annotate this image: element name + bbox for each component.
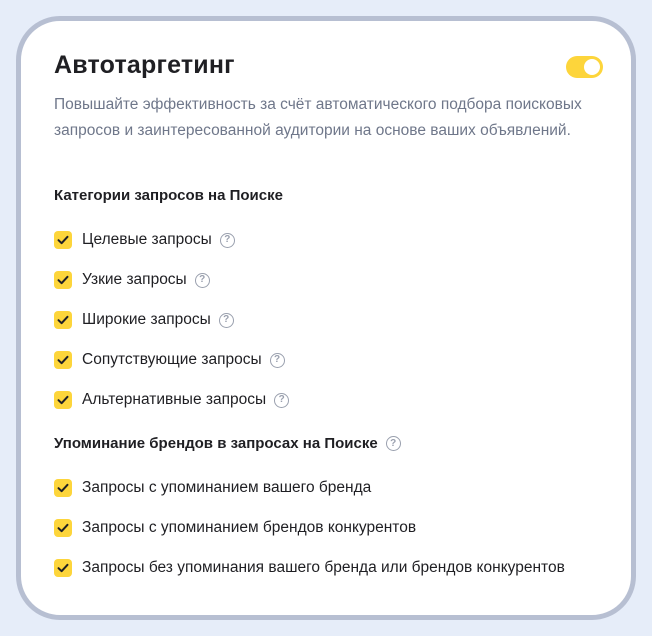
autotargeting-toggle[interactable]	[566, 56, 603, 78]
checkbox[interactable]	[54, 351, 72, 369]
checkbox[interactable]	[54, 271, 72, 289]
checkbox[interactable]	[54, 311, 72, 329]
checkmark-icon	[57, 355, 69, 365]
checkbox-row-competitor-brands[interactable]: Запросы с упоминанием брендов конкуренто…	[54, 516, 416, 540]
checkbox-label: Запросы с упоминанием вашего бренда	[82, 479, 372, 496]
checkmark-icon	[57, 523, 69, 533]
checkbox-label: Целевые запросы	[82, 231, 212, 248]
checkbox-label: Альтернативные запросы	[82, 391, 267, 408]
checkbox-label: Сопутствующие запросы	[82, 351, 262, 368]
checkbox[interactable]	[54, 391, 72, 409]
checkbox-label: Запросы без упоминания вашего бренда или…	[82, 559, 565, 576]
section-title-brand-mentions: Упоминание брендов в запросах на Поиске …	[54, 435, 401, 452]
checkmark-icon	[57, 483, 69, 493]
checkbox[interactable]	[54, 479, 72, 497]
help-icon[interactable]: ?	[219, 232, 235, 248]
help-icon[interactable]: ?	[385, 436, 401, 451]
checkbox[interactable]	[54, 559, 72, 577]
checkbox-row-narrow-queries[interactable]: Узкие запросы ?	[54, 268, 210, 292]
card-content: Автотаргетинг Повышайте эффективность за…	[21, 21, 631, 615]
checkmark-icon	[57, 563, 69, 573]
checkbox-row-no-brands[interactable]: Запросы без упоминания вашего бренда или…	[54, 556, 565, 580]
section-title-text: Упоминание брендов в запросах на Поиске	[54, 435, 378, 452]
checkmark-icon	[57, 315, 69, 325]
checkbox-label: Широкие запросы	[82, 311, 211, 328]
help-icon[interactable]: ?	[194, 272, 210, 288]
card-title: Автотаргетинг	[54, 51, 235, 79]
card-description: Повышайте эффективность за счёт автомати…	[54, 96, 582, 139]
checkmark-icon	[57, 395, 69, 405]
toggle-knob	[584, 59, 600, 75]
help-icon[interactable]: ?	[269, 352, 285, 368]
checkbox-label: Запросы с упоминанием брендов конкуренто…	[82, 519, 417, 536]
checkbox-row-broad-queries[interactable]: Широкие запросы ?	[54, 308, 234, 332]
checkmark-icon	[57, 275, 69, 285]
checkbox-row-target-queries[interactable]: Целевые запросы ?	[54, 228, 235, 252]
checkbox-row-related-queries[interactable]: Сопутствующие запросы ?	[54, 348, 285, 372]
checkbox-row-alternative-queries[interactable]: Альтернативные запросы ?	[54, 388, 290, 412]
section-title-search-categories: Категории запросов на Поиске	[54, 187, 283, 204]
checkbox-row-own-brand[interactable]: Запросы с упоминанием вашего бренда	[54, 476, 371, 500]
checkmark-icon	[57, 235, 69, 245]
checkbox[interactable]	[54, 231, 72, 249]
checkbox-label: Узкие запросы	[82, 271, 187, 288]
help-icon[interactable]: ?	[274, 392, 290, 408]
checkbox[interactable]	[54, 519, 72, 537]
autotargeting-card: Автотаргетинг Повышайте эффективность за…	[16, 16, 636, 620]
help-icon[interactable]: ?	[218, 312, 234, 328]
